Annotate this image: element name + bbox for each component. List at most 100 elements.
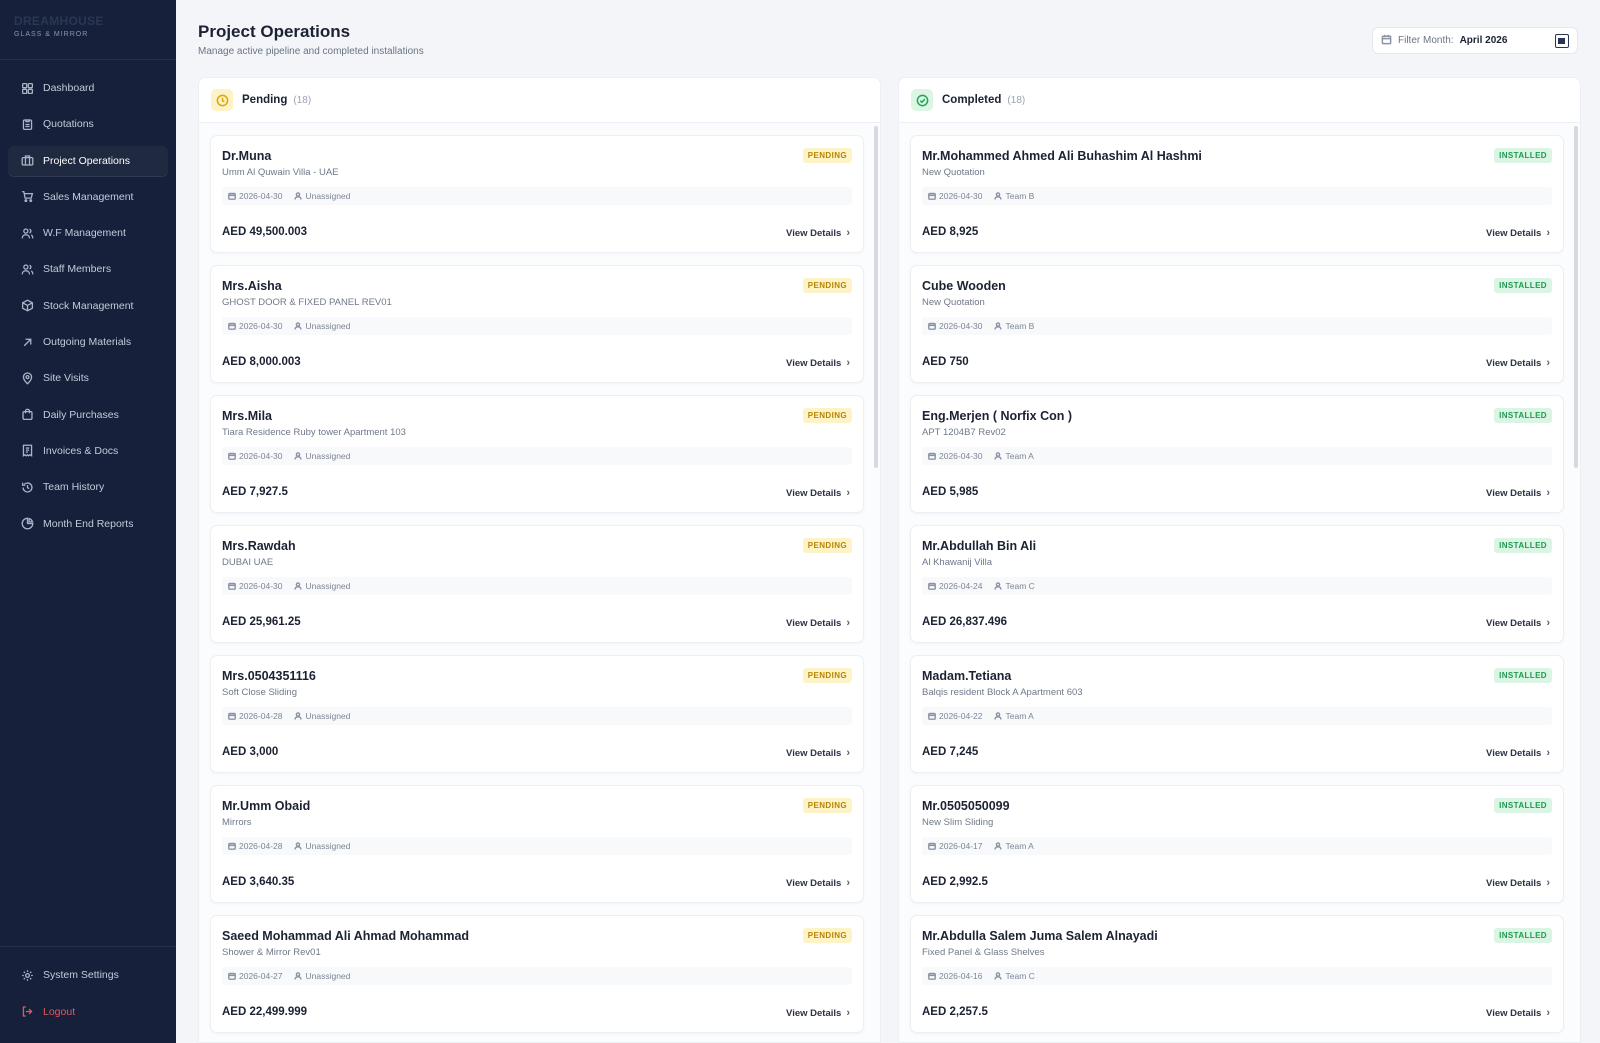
status-badge: PENDING: [802, 408, 852, 423]
project-card[interactable]: Mr.Mohammed Ahmed Ali Buhashim Al Hashmi…: [910, 135, 1564, 253]
chevron-right-icon: ›: [1546, 227, 1550, 239]
client-name: Mr.0505050099: [922, 799, 1010, 813]
user-icon: [994, 972, 1003, 980]
chevron-right-icon: ›: [1546, 1007, 1550, 1019]
sidebar-nav: Dashboard Quotations Project Operations Sal…: [0, 73, 176, 545]
scrollbar[interactable]: [1574, 126, 1578, 468]
scrollbar[interactable]: [874, 126, 878, 468]
project-description: Fixed Panel & Glass Shelves: [922, 947, 1045, 958]
view-details-link[interactable]: View Details ›: [1486, 747, 1550, 759]
project-card[interactable]: Mrs.Aisha GHOST DOOR & FIXED PANEL REV01 P…: [210, 265, 864, 383]
project-card[interactable]: Cube Wooden New Quotation INSTALLED 2026-04…: [910, 265, 1564, 383]
view-details-link[interactable]: View Details ›: [786, 877, 850, 889]
sidebar-item-invoices-docs[interactable]: Invoices & Docs: [8, 436, 168, 466]
project-card[interactable]: Saeed Mohammad Ali Ahmad Mohammad Shower …: [210, 915, 864, 1033]
user-icon: [294, 842, 303, 850]
sidebar-item-staff-members[interactable]: Staff Members: [8, 254, 168, 284]
sidebar-item-label: W.F Management: [43, 227, 126, 240]
brand-logo[interactable]: DREAMHOUSE GLASS & MIRROR: [0, 0, 176, 60]
user-icon: [294, 712, 303, 720]
chevron-right-icon: ›: [846, 1007, 850, 1019]
view-details-link[interactable]: View Details ›: [1486, 1007, 1550, 1019]
project-card[interactable]: Mr.Abdullah Bin Ali Al Khawanij Villa INST…: [910, 525, 1564, 643]
sidebar-item-outgoing-materials[interactable]: Outgoing Materials: [8, 327, 168, 357]
view-details-link[interactable]: View Details ›: [1486, 227, 1550, 239]
calendar-icon: [228, 842, 236, 850]
gear-icon: [20, 968, 34, 982]
view-details-label: View Details: [1486, 747, 1542, 759]
client-name: Saeed Mohammad Ali Ahmad Mohammad: [222, 929, 470, 943]
logout-button[interactable]: Logout: [8, 997, 168, 1027]
project-card[interactable]: Mr.Umm Obaid Mirrors PENDING 2026-04-28 Unas…: [210, 785, 864, 903]
project-card[interactable]: Mrs.Rawdah DUBAI UAE PENDING 2026-04-30 Unas…: [210, 525, 864, 643]
filter-month-field[interactable]: Filter Month: April 2026: [1372, 27, 1578, 54]
project-meta: 2026-04-24 Team C: [922, 577, 1552, 595]
project-card[interactable]: Mr.0505050099 New Slim Sliding INSTALLED 20…: [910, 785, 1564, 903]
calendar-icon: [928, 192, 936, 200]
sidebar-item-label: Quotations: [43, 118, 94, 131]
view-details-link[interactable]: View Details ›: [786, 1007, 850, 1019]
project-card[interactable]: Mr.Abdulla Salem Juma Salem Alnayadi Fixe…: [910, 915, 1564, 1033]
history-icon: [20, 480, 34, 494]
view-details-link[interactable]: View Details ›: [786, 487, 850, 499]
sidebar-item-label: Project Operations: [43, 154, 130, 167]
client-name: Mrs.Aisha: [222, 279, 282, 293]
sidebar-item-quotations[interactable]: Quotations: [8, 109, 168, 139]
project-meta: 2026-04-30 Unassigned: [222, 447, 852, 465]
view-details-link[interactable]: View Details ›: [786, 617, 850, 629]
project-card[interactable]: Eng.Merjen ( Norfix Con ) APT 1204B7 Rev0…: [910, 395, 1564, 513]
view-details-label: View Details: [1486, 877, 1542, 889]
pending-column: Pending (18) Dr.Muna Umm Al Quwain Villa …: [198, 77, 881, 1043]
project-date: 2026-04-22: [939, 711, 983, 721]
column-count: (18): [293, 94, 312, 106]
view-details-link[interactable]: View Details ›: [786, 227, 850, 239]
view-details-link[interactable]: View Details ›: [1486, 877, 1550, 889]
sidebar-item-dashboard[interactable]: Dashboard: [8, 73, 168, 103]
status-badge: INSTALLED: [1494, 278, 1552, 293]
project-date: 2026-04-30: [239, 451, 283, 461]
project-date: 2026-04-30: [239, 321, 283, 331]
sidebar-item-month-end-reports[interactable]: Month End Reports: [8, 509, 168, 539]
sidebar-item-project-operations[interactable]: Project Operations: [8, 145, 168, 176]
sidebar-item-site-visits[interactable]: Site Visits: [8, 363, 168, 393]
view-details-link[interactable]: View Details ›: [1486, 487, 1550, 499]
view-details-link[interactable]: View Details ›: [1486, 617, 1550, 629]
project-card[interactable]: Dr.Muna Umm Al Quwain Villa - UAE PENDING 2…: [210, 135, 864, 253]
project-card[interactable]: Mrs.Mila Tiara Residence Ruby tower Apart…: [210, 395, 864, 513]
sidebar-item-stock-management[interactable]: Stock Management: [8, 291, 168, 321]
status-badge: INSTALLED: [1494, 538, 1552, 553]
view-details-label: View Details: [1486, 227, 1542, 239]
view-details-link[interactable]: View Details ›: [786, 357, 850, 369]
user-icon: [994, 582, 1003, 590]
chevron-right-icon: ›: [846, 877, 850, 889]
view-details-link[interactable]: View Details ›: [1486, 357, 1550, 369]
sidebar-item-w-f-management[interactable]: W.F Management: [8, 218, 168, 248]
filter-label: Filter Month:: [1398, 35, 1454, 46]
project-date: 2026-04-30: [239, 191, 283, 201]
calendar-icon: [228, 322, 236, 330]
calendar-icon: [228, 712, 236, 720]
check-circle-icon: [911, 89, 933, 111]
status-badge: PENDING: [802, 538, 852, 553]
project-amount: AED 2,257.5: [922, 1006, 988, 1018]
view-details-label: View Details: [786, 487, 842, 499]
project-card[interactable]: Mrs.0504351116 Soft Close Sliding PENDING 2…: [210, 655, 864, 773]
sidebar-item-daily-purchases[interactable]: Daily Purchases: [8, 400, 168, 430]
sidebar-item-system-settings[interactable]: System Settings: [8, 960, 168, 990]
user-icon: [294, 452, 303, 460]
sidebar-item-label: Daily Purchases: [43, 408, 119, 421]
project-meta: 2026-04-30 Unassigned: [222, 187, 852, 205]
completed-column: Completed (18) Mr.Mohammed Ahmed Ali Buh…: [898, 77, 1581, 1043]
project-amount: AED 22,499.999: [222, 1006, 308, 1018]
calendar-icon: [228, 582, 236, 590]
view-details-link[interactable]: View Details ›: [786, 747, 850, 759]
date-picker-icon[interactable]: [1555, 33, 1569, 48]
project-meta: 2026-04-30 Team B: [922, 317, 1552, 335]
project-date: 2026-04-17: [939, 841, 983, 851]
sidebar-item-team-history[interactable]: Team History: [8, 472, 168, 502]
sidebar-item-sales-management[interactable]: Sales Management: [8, 182, 168, 212]
project-card[interactable]: Madam.Tetiana Balqis resident Block A Apa…: [910, 655, 1564, 773]
project-description: Soft Close Sliding: [222, 687, 297, 698]
client-name: Cube Wooden: [922, 279, 1006, 293]
status-badge: PENDING: [802, 148, 852, 163]
